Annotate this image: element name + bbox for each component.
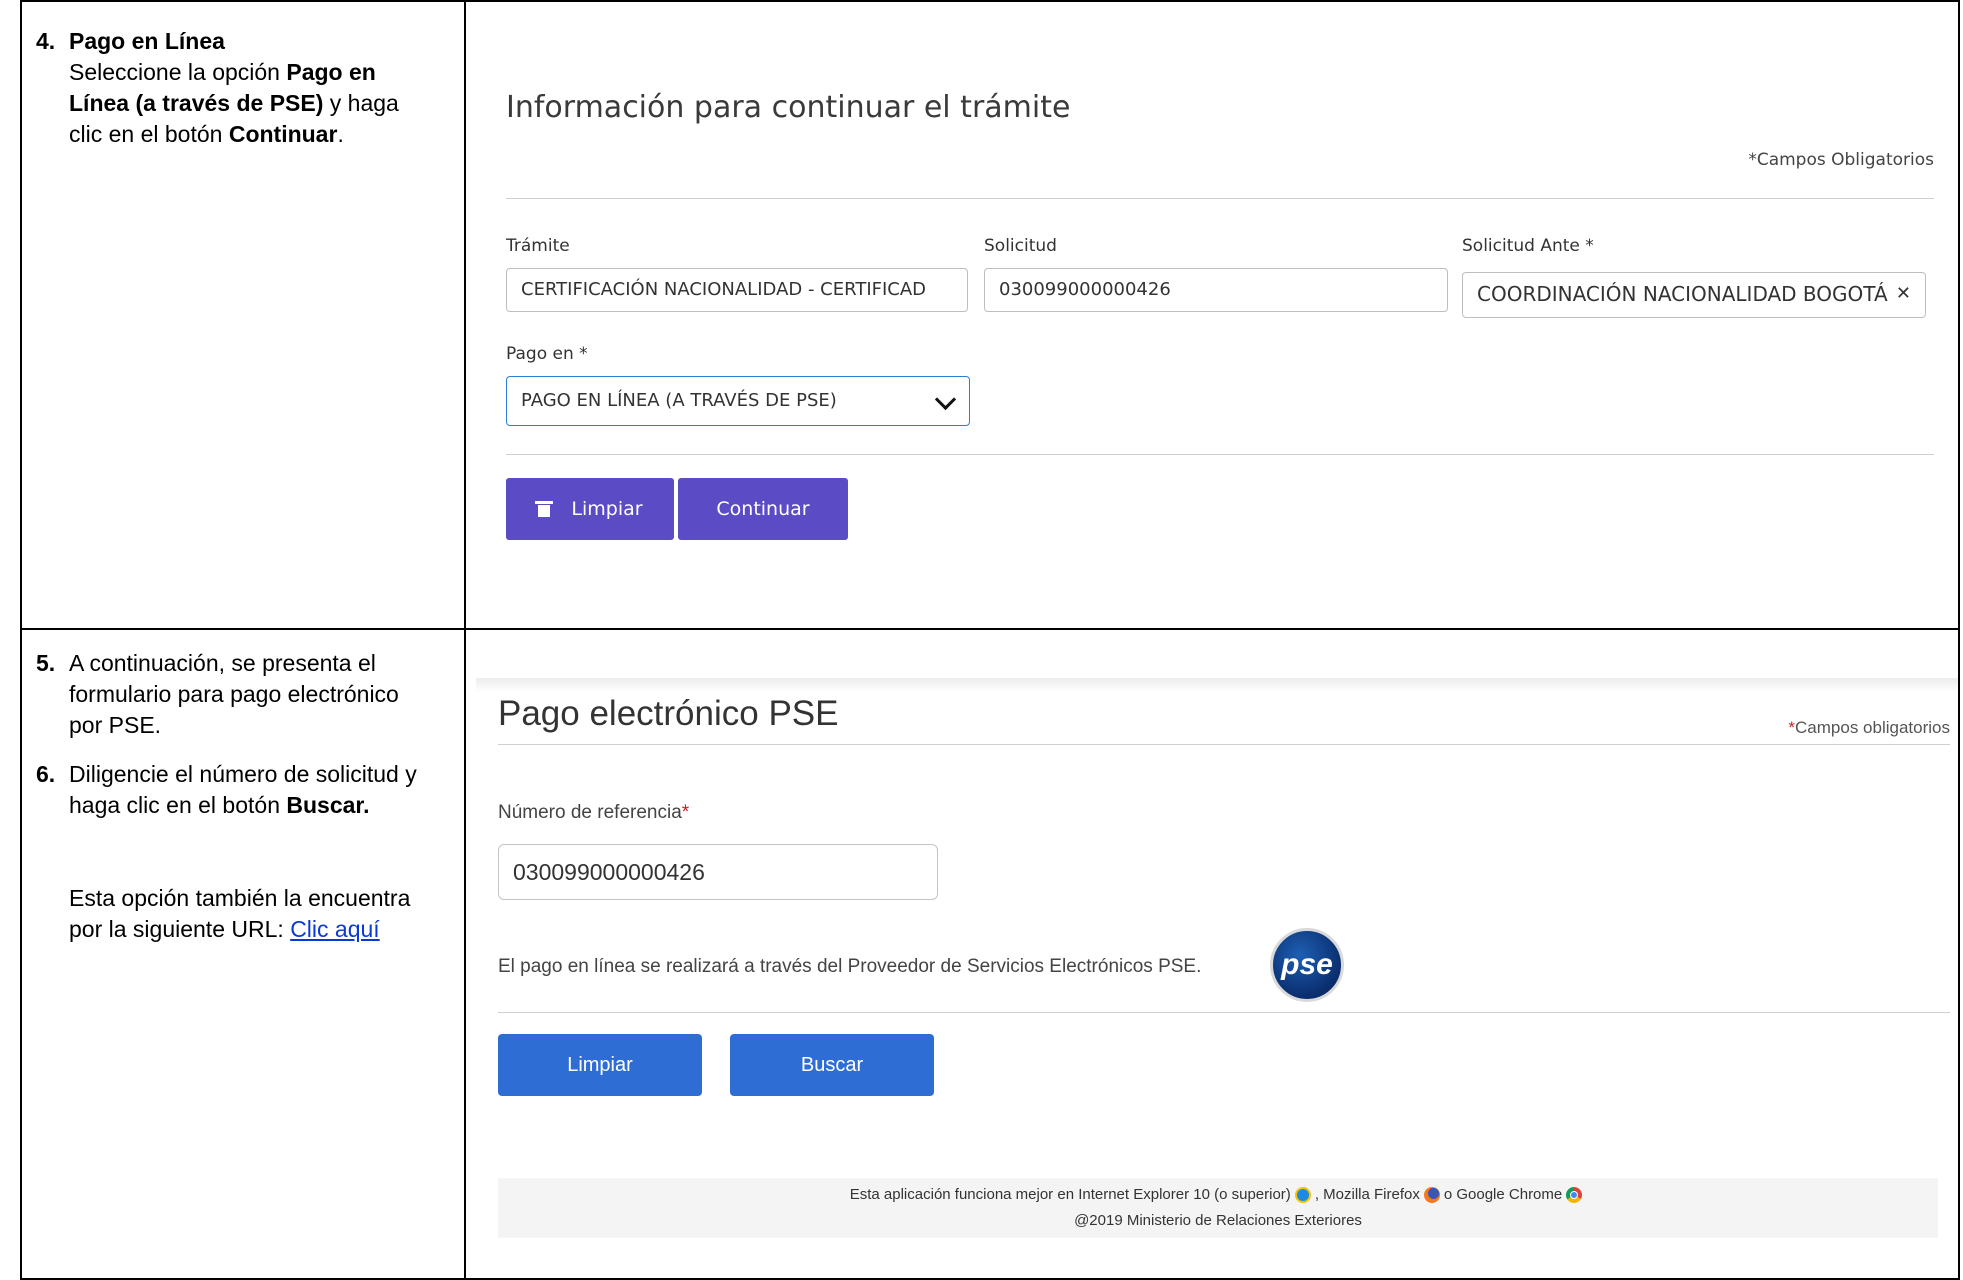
search-button-label: Buscar: [800, 1053, 864, 1076]
footer: Esta aplicación funciona mejor en Intern…: [498, 1178, 1938, 1238]
pse-payment-panel: Pago electrónico PSE *Campos obligatorio…: [466, 630, 1958, 1278]
clear-button[interactable]: Limpiar: [498, 1034, 702, 1096]
browser-compatibility-note: Esta aplicación funciona mejor en Intern…: [498, 1182, 1938, 1208]
instruction-cell-step4: 4. Pago en Línea Seleccione la opción Pa…: [20, 0, 466, 630]
continue-button-label: Continuar: [716, 498, 810, 520]
divider: [498, 1012, 1950, 1013]
pago-en-select[interactable]: PAGO EN LÍNEA (A TRAVÉS DE PSE): [506, 376, 970, 426]
url-instruction: Esta opción también la encuentra por la …: [69, 885, 411, 942]
solicitud-ante-value: COORDINACIÓN NACIONALIDAD BOGOTÁ: [1477, 282, 1888, 306]
screenshot-cell-step5-6: Pago electrónico PSE *Campos obligatorio…: [464, 628, 1960, 1280]
step-instruction: Diligencie el número de solicitud y haga…: [69, 761, 417, 818]
divider: [506, 454, 1934, 455]
reference-number-label: Número de referencia*: [498, 802, 690, 823]
tramite-form-panel: Información para continuar el trámite *C…: [466, 2, 1958, 628]
pse-logo: pse: [1270, 928, 1344, 1002]
screenshot-cell-step4: Información para continuar el trámite *C…: [464, 0, 1960, 630]
clear-button[interactable]: Limpiar: [506, 478, 674, 540]
firefox-icon: [1423, 1187, 1440, 1204]
copyright: @2019 Ministerio de Relaciones Exteriore…: [1074, 1212, 1362, 1229]
divider: [506, 198, 1934, 199]
search-button[interactable]: Buscar: [730, 1034, 934, 1096]
instruction-table: 4. Pago en Línea Seleccione la opción Pa…: [20, 0, 1960, 1280]
divider: [498, 744, 1950, 745]
step-number: 6.: [36, 761, 56, 787]
chrome-icon: [1566, 1187, 1583, 1204]
reference-number-input[interactable]: 030099000000426: [498, 844, 938, 900]
step-number: 4.: [36, 28, 56, 54]
solicitud-label: Solicitud: [984, 236, 1057, 256]
solicitud-ante-label: Solicitud Ante *: [1462, 236, 1594, 256]
pse-note: El pago en línea se realizará a través d…: [498, 956, 1202, 977]
continue-button[interactable]: Continuar: [678, 478, 848, 540]
step-instruction: A continuación, se presenta el formulari…: [69, 650, 399, 738]
step-number: 5.: [36, 650, 56, 676]
solicitud-field[interactable]: 030099000000426: [984, 268, 1448, 312]
step-title: Pago en Línea: [69, 28, 225, 54]
solicitud-ante-select[interactable]: COORDINACIÓN NACIONALIDAD BOGOTÁ ✕: [1462, 272, 1926, 318]
trash-icon: [535, 501, 554, 517]
page-title: Información para continuar el trámite: [506, 90, 1071, 125]
pago-en-value: PAGO EN LÍNEA (A TRAVÉS DE PSE): [521, 390, 837, 411]
required-fields-note: *Campos Obligatorios: [1748, 150, 1934, 170]
clear-button-label: Limpiar: [567, 1053, 633, 1076]
clic-aqui-link[interactable]: Clic aquí: [290, 916, 379, 942]
clear-button-label: Limpiar: [571, 498, 643, 520]
page-title: Pago electrónico PSE: [498, 694, 839, 733]
clear-x-icon[interactable]: ✕: [1896, 273, 1911, 315]
instruction-cell-step5-6: 5. A continuación, se presenta el formul…: [20, 628, 466, 1280]
tramite-label: Trámite: [506, 236, 570, 256]
step-instruction: Seleccione la opción Pago en Línea (a tr…: [69, 59, 399, 147]
pago-en-label: Pago en *: [506, 344, 588, 364]
required-fields-note: *Campos obligatorios: [1788, 718, 1950, 737]
internet-explorer-icon: [1294, 1187, 1311, 1204]
tramite-field[interactable]: CERTIFICACIÓN NACIONALIDAD - CERTIFICAD: [506, 268, 968, 312]
chevron-down-icon: [934, 388, 957, 411]
